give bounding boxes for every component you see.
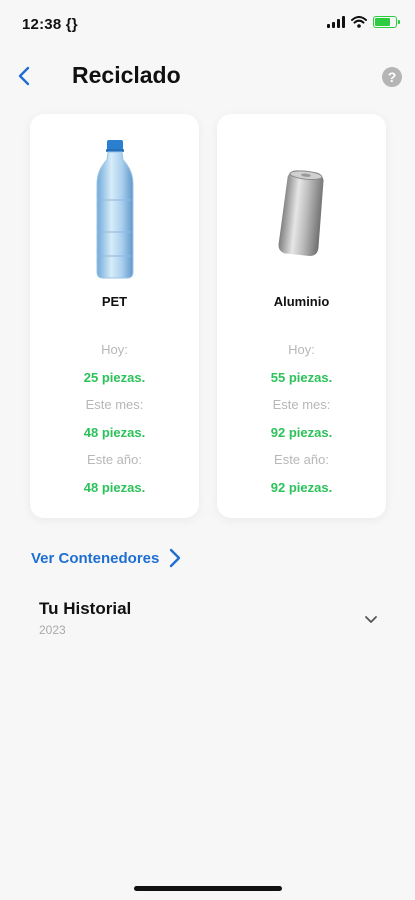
card-title: Aluminio <box>273 294 330 309</box>
stat-value-month: 48 piezas. <box>83 425 146 440</box>
nav-header: Reciclado ? <box>0 56 415 100</box>
ver-contenedores-link[interactable]: Ver Contenedores <box>31 548 181 568</box>
history-year: 2023 <box>39 623 66 637</box>
stat-value-today: 25 piezas. <box>83 370 146 385</box>
stat-label-today: Hoy: <box>288 342 315 357</box>
status-bar: 12:38 {} <box>0 0 415 48</box>
home-indicator <box>134 886 282 891</box>
screen: 12:38 {} Reciclado ? PET Hoy: 25 piezas.… <box>0 0 415 900</box>
stat-label-year: Este año: <box>87 452 142 467</box>
chevron-down-icon[interactable] <box>363 613 379 625</box>
history-section[interactable]: Tu Historial 2023 <box>39 599 379 649</box>
card-pet[interactable]: PET Hoy: 25 piezas. Este mes: 48 piezas.… <box>30 114 199 518</box>
question-mark-icon: ? <box>387 69 397 85</box>
stat-value-year: 48 piezas. <box>83 480 146 495</box>
card-title: PET <box>101 294 128 309</box>
material-cards: PET Hoy: 25 piezas. Este mes: 48 piezas.… <box>30 114 386 518</box>
card-aluminio[interactable]: Aluminio Hoy: 55 piezas. Este mes: 92 pi… <box>217 114 386 518</box>
status-time: 12:38 {} <box>22 16 78 33</box>
stat-label-today: Hoy: <box>101 342 128 357</box>
plastic-bottle-image <box>96 140 133 279</box>
chevron-right-icon <box>170 548 181 568</box>
help-button[interactable]: ? <box>382 67 402 87</box>
chevron-left-icon <box>18 66 30 86</box>
page-title: Reciclado <box>72 62 181 88</box>
stat-label-month: Este mes: <box>85 397 144 412</box>
wifi-icon <box>351 16 367 28</box>
stat-value-year: 92 piezas. <box>270 480 333 495</box>
battery-charging-icon <box>373 16 400 28</box>
stat-value-today: 55 piezas. <box>270 370 333 385</box>
stat-value-month: 92 piezas. <box>270 425 333 440</box>
back-button[interactable] <box>12 64 36 88</box>
status-icons <box>327 16 400 28</box>
stat-label-year: Este año: <box>274 452 329 467</box>
ver-contenedores-label: Ver Contenedores <box>31 549 160 567</box>
aluminum-can-image <box>278 170 324 257</box>
stat-label-month: Este mes: <box>272 397 331 412</box>
history-title: Tu Historial <box>39 599 132 618</box>
signal-icon <box>327 16 345 28</box>
